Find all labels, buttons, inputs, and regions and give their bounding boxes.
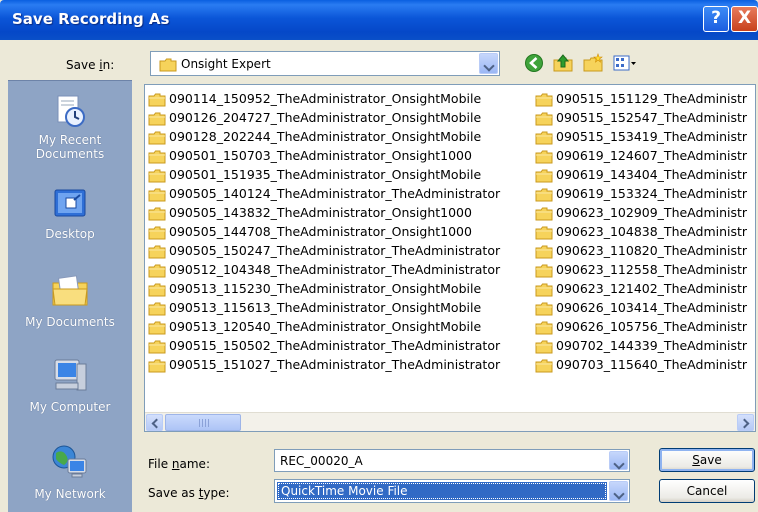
- chevron-down-icon[interactable]: [609, 451, 628, 470]
- save-in-label: Save in:: [66, 58, 115, 72]
- desktop-icon: [54, 189, 86, 217]
- folder-icon: [535, 226, 553, 243]
- up-folder-icon[interactable]: [552, 53, 574, 73]
- recent-documents-icon: [57, 95, 85, 127]
- folder-icon: [148, 169, 166, 186]
- place-my-network[interactable]: My Network: [8, 443, 132, 501]
- folder-icon: [535, 340, 553, 357]
- folder-icon: [148, 112, 166, 129]
- save-as-type-label: Save as type:: [148, 486, 230, 500]
- new-folder-icon[interactable]: [582, 53, 604, 73]
- folder-icon: [148, 264, 166, 281]
- folder-icon: [148, 131, 166, 148]
- folder-icon: [535, 321, 553, 338]
- folder-icon: [535, 169, 553, 186]
- scrollbar-thumb[interactable]: [165, 414, 241, 431]
- folder-icon: [148, 207, 166, 224]
- folder-icon: [535, 188, 553, 205]
- save-button[interactable]: Save: [659, 448, 755, 472]
- folder-icon: [535, 283, 553, 300]
- place-my-computer[interactable]: My Computer: [8, 356, 132, 414]
- folder-icon: [148, 359, 166, 376]
- place-desktop[interactable]: Desktop: [8, 187, 132, 241]
- help-button[interactable]: ?: [703, 6, 729, 32]
- place-label: My Computer: [29, 400, 111, 414]
- folder-icon: [148, 321, 166, 338]
- place-label: My Documents: [25, 315, 115, 329]
- folder-icon: [535, 207, 553, 224]
- places-bar: My Recent Documents Desktop My Documents…: [8, 80, 132, 512]
- my-computer-icon: [54, 359, 87, 391]
- cancel-button[interactable]: Cancel: [659, 479, 755, 503]
- place-label: My Network: [34, 487, 106, 501]
- folder-icon: [159, 58, 177, 72]
- folder-icon: [535, 245, 553, 262]
- chevron-down-icon[interactable]: [479, 53, 498, 74]
- title-bar: Save Recording As ? X: [0, 0, 758, 40]
- place-label: Desktop: [45, 227, 95, 241]
- scroll-right-icon[interactable]: [737, 414, 754, 431]
- folder-icon: [535, 93, 553, 110]
- folder-icon: [148, 93, 166, 110]
- scroll-left-icon[interactable]: [146, 414, 163, 431]
- back-icon[interactable]: [524, 53, 544, 73]
- folder-icon: [535, 302, 553, 319]
- close-button[interactable]: X: [731, 6, 758, 32]
- save-as-type-dropdown[interactable]: QuickTime Movie File: [274, 479, 630, 503]
- folder-icon: [148, 302, 166, 319]
- save-in-dropdown[interactable]: Onsight Expert: [150, 51, 500, 76]
- folder-icon: [148, 150, 166, 167]
- place-label: My Recent Documents: [35, 133, 105, 161]
- save-in-value: Onsight Expert: [181, 57, 271, 71]
- folder-icon: [535, 264, 553, 281]
- place-my-recent-documents[interactable]: My Recent Documents: [8, 93, 132, 161]
- folder-icon: [148, 226, 166, 243]
- file-list[interactable]: 090114_150952_TheAdministrator_OnsightMo…: [144, 84, 756, 432]
- my-network-icon: [52, 445, 87, 478]
- folder-icon: [535, 359, 553, 376]
- file-name-label: File name:: [148, 457, 210, 471]
- views-menu-icon[interactable]: [612, 53, 638, 73]
- horizontal-scrollbar[interactable]: [145, 412, 755, 431]
- folder-icon: [535, 112, 553, 129]
- file-name-field[interactable]: [274, 449, 630, 472]
- folder-icon: [148, 283, 166, 300]
- place-my-documents[interactable]: My Documents: [8, 271, 132, 329]
- chevron-down-icon[interactable]: [609, 481, 628, 501]
- my-documents-icon: [52, 275, 88, 306]
- folder-icon: [535, 131, 553, 148]
- folder-icon: [535, 150, 553, 167]
- folder-icon: [148, 245, 166, 262]
- folder-icon: [148, 188, 166, 205]
- dialog-title: Save Recording As: [12, 10, 170, 28]
- grip-icon: [199, 419, 209, 427]
- folder-icon: [148, 340, 166, 357]
- file-name-input[interactable]: [277, 452, 607, 469]
- save-as-type-value: QuickTime Movie File: [277, 482, 607, 500]
